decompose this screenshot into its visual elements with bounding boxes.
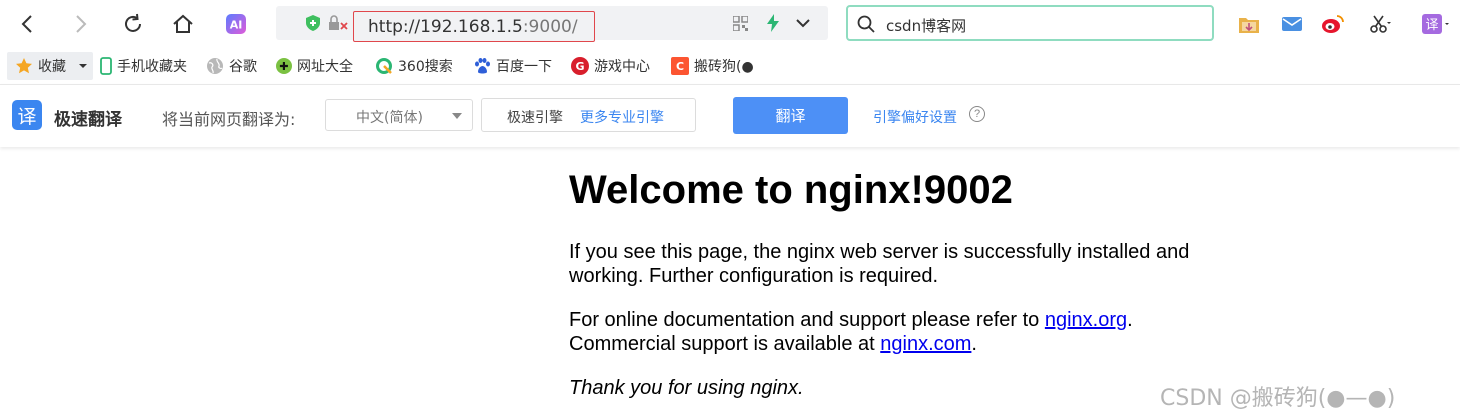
baidu-paw-icon: [475, 58, 490, 74]
thanks-paragraph: Thank you for using nginx.: [569, 377, 804, 399]
nginx-org-link[interactable]: nginx.org: [1045, 309, 1127, 331]
bookmark-google[interactable]: 谷歌: [206, 55, 257, 77]
bookmark-label: 网址大全: [297, 59, 353, 75]
reload-icon: [125, 13, 141, 32]
engine-selector[interactable]: 极速引擎 更多专业引擎: [481, 98, 696, 132]
insecure-lock-icon: [329, 15, 348, 30]
nginx-com-link[interactable]: nginx.com: [880, 333, 971, 355]
bookmark-baidu[interactable]: 百度一下: [473, 55, 552, 77]
translate-target-label: 将当前网页翻译为:: [162, 110, 296, 129]
download-folder-icon: [1239, 18, 1259, 33]
360-search-icon: [376, 58, 392, 74]
engine-current: 极速引擎: [507, 110, 563, 126]
caret-down-icon: [452, 113, 462, 119]
page-content: Welcome to nginx!9002 If you see this pa…: [569, 168, 1249, 399]
docs-paragraph: For online documentation and support ple…: [569, 308, 1209, 356]
search-value: csdn博客网: [886, 17, 967, 35]
url-field[interactable]: http://192.168.1.5:9000/: [353, 11, 595, 42]
download-button[interactable]: [1233, 8, 1265, 40]
screenshot-button[interactable]: [1364, 8, 1396, 40]
translate-button[interactable]: 翻译: [733, 97, 848, 134]
docs-period: .: [1127, 309, 1133, 331]
mail-icon: [1282, 17, 1302, 31]
bookmark-label: 360搜索: [398, 59, 453, 75]
watermark: CSDN @搬砖狗(●—●): [1160, 386, 1396, 411]
engine-preferences-link[interactable]: 引擎偏好设置: [873, 107, 957, 127]
page-title: Welcome to nginx!9002: [569, 168, 1013, 212]
translate-title: 极速翻译: [54, 110, 122, 130]
home-button[interactable]: [167, 8, 199, 40]
translate-bar: 译 极速翻译 将当前网页翻译为: 中文(简体) 极速引擎 更多专业引擎 翻译 引…: [0, 84, 1460, 147]
qr-code-icon[interactable]: [733, 16, 748, 31]
globe-icon: [207, 58, 223, 74]
bookmark-label: 谷歌: [229, 59, 257, 75]
url-port: :9000/: [522, 17, 578, 37]
forward-arrow-icon: [76, 15, 87, 33]
url-host: http://192.168.1.5: [368, 17, 523, 37]
bookmark-hao360[interactable]: ✚ 网址大全: [276, 55, 353, 77]
ai-button[interactable]: AI: [220, 8, 252, 40]
browser-toolbar: AI http://192.168.1.5:9000/ csdn博客网 译: [0, 0, 1460, 48]
bookmark-favorites[interactable]: 收藏: [15, 55, 88, 77]
address-bar[interactable]: http://192.168.1.5:9000/: [276, 6, 828, 42]
commercial-period: .: [971, 333, 977, 355]
bookmark-label: 游戏中心: [594, 59, 650, 75]
csdn-icon: C: [671, 57, 689, 75]
more-engines-link[interactable]: 更多专业引擎: [580, 107, 664, 127]
svg-text:译: 译: [1425, 18, 1438, 33]
dropdown-arrow-icon: [79, 64, 87, 68]
phone-icon: [100, 57, 112, 75]
scissors-icon: [1370, 15, 1391, 33]
bookmark-label: 手机收藏夹: [117, 59, 187, 75]
search-input[interactable]: csdn博客网: [846, 5, 1214, 41]
ai-icon: AI: [226, 14, 246, 34]
back-button[interactable]: [12, 8, 44, 40]
chevron-down-icon[interactable]: [795, 17, 811, 29]
reload-button[interactable]: [117, 8, 149, 40]
translate-logo-icon: 译: [12, 100, 42, 130]
docs-text: For online documentation and support ple…: [569, 309, 1045, 331]
forward-button[interactable]: [64, 8, 96, 40]
svg-text:AI: AI: [230, 19, 243, 32]
weibo-button[interactable]: [1317, 8, 1349, 40]
language-value: 中文(简体): [356, 110, 423, 126]
language-select[interactable]: 中文(简体): [325, 99, 473, 131]
lightning-icon[interactable]: [766, 14, 780, 32]
bookmarks-bar: 收藏 手机收藏夹 谷歌 ✚ 网址大全 360搜索 百度一下 G 游戏中心 C 搬…: [0, 48, 1460, 84]
bookmark-csdn-blog[interactable]: C 搬砖狗(●: [671, 55, 754, 77]
bookmark-game-center[interactable]: G 游戏中心: [571, 55, 650, 77]
plus-globe-icon: ✚: [276, 58, 292, 74]
bookmark-360search[interactable]: 360搜索: [375, 55, 453, 77]
back-arrow-icon: [21, 15, 32, 33]
mail-button[interactable]: [1276, 8, 1308, 40]
bookmark-mobile[interactable]: 手机收藏夹: [100, 55, 187, 77]
intro-paragraph: If you see this page, the nginx web serv…: [569, 241, 1190, 287]
translate-icon: 译: [1422, 14, 1449, 34]
game-center-icon: G: [571, 57, 589, 75]
translate-ext-button[interactable]: 译: [1420, 8, 1452, 40]
bookmark-label: 搬砖狗(●: [694, 59, 754, 75]
commercial-text: Commercial support is available at: [569, 333, 881, 355]
bookmark-label: 收藏: [38, 59, 66, 75]
star-icon: [16, 58, 32, 74]
weibo-icon: [1322, 15, 1344, 33]
help-icon[interactable]: ?: [969, 106, 985, 122]
bookmark-label: 百度一下: [496, 59, 552, 75]
shield-icon: [306, 15, 320, 31]
url-text: http://192.168.1.5:9000/: [368, 17, 578, 37]
search-icon: [857, 15, 875, 33]
home-icon: [173, 14, 193, 33]
